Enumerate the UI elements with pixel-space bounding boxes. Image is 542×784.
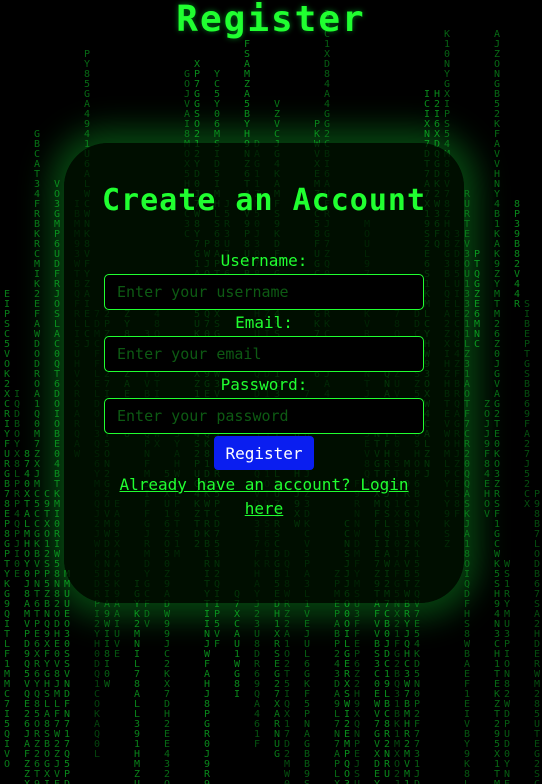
matrix-rain-column: I Q D B O Y X 8 L P R P 4 Q P J I 0 E [13,389,21,580]
login-link[interactable]: Already have an account? Login here [114,473,414,521]
register-button[interactable]: Register [214,436,314,470]
matrix-rain-column: W S 1 R Y M U 3 P I O N 8 2 W D P U D 0 … [503,559,511,784]
matrix-rain-column: 8 P 3 9 B 8 2 V 4 4 R [513,199,521,310]
username-label: Username: [220,251,308,270]
form-heading: Create an Account [101,183,427,218]
password-label: Password: [220,375,308,394]
page-title: Register [176,0,366,40]
matrix-rain-column: Q 7 X C A U 1 W G 8 I [233,590,241,700]
matrix-rain-column: P 9 8 B 7 L O D B 6 7 S A 2 H D E R W M … [533,489,541,784]
email-label: Email: [235,313,293,332]
matrix-rain-column: I G Y K 2 M N I L 7 8 A L L 3 9 1 H M Z … [133,580,141,784]
matrix-rain-column: M M U U E O 3 0 S S V N D F N 7 1 7 Q 5 … [63,570,71,784]
matrix-rain-column: G B C A T 3 4 F R B K R C M I K 2 E F A … [33,129,41,784]
matrix-rain-column: S I B E P T G S B B 6 9 F A 2 7 J 5 2 C … [523,299,531,510]
matrix-rain-column: A J Z O N G B 5 2 K F A V V H N Y 4 B 1 … [493,29,501,784]
matrix-rain-column: P T Q G Z E 6 M N C [473,249,481,350]
password-input[interactable] [104,398,424,434]
email-input[interactable] [104,336,424,372]
matrix-rain-column: V O 3 G M P 6 U D F R J O S L A C 0 Q T … [53,179,61,784]
username-input[interactable] [104,274,424,310]
matrix-rain-column: 8 7 4 0 X T A L M H O Y 0 J 8 A M V P D … [23,449,31,784]
register-card: Create an Account Username: Email: Passw… [64,143,464,603]
matrix-rain-column: Z O J J 9 F 8 4 E H O V [483,399,491,520]
matrix-rain-column: E I P S C 5 V O K 2 X C R I Y F U R G B … [3,289,11,770]
matrix-rain-column: C 9 T X O 1 2 S P 5 Z B N Q 9 X F Y G H … [43,489,51,784]
